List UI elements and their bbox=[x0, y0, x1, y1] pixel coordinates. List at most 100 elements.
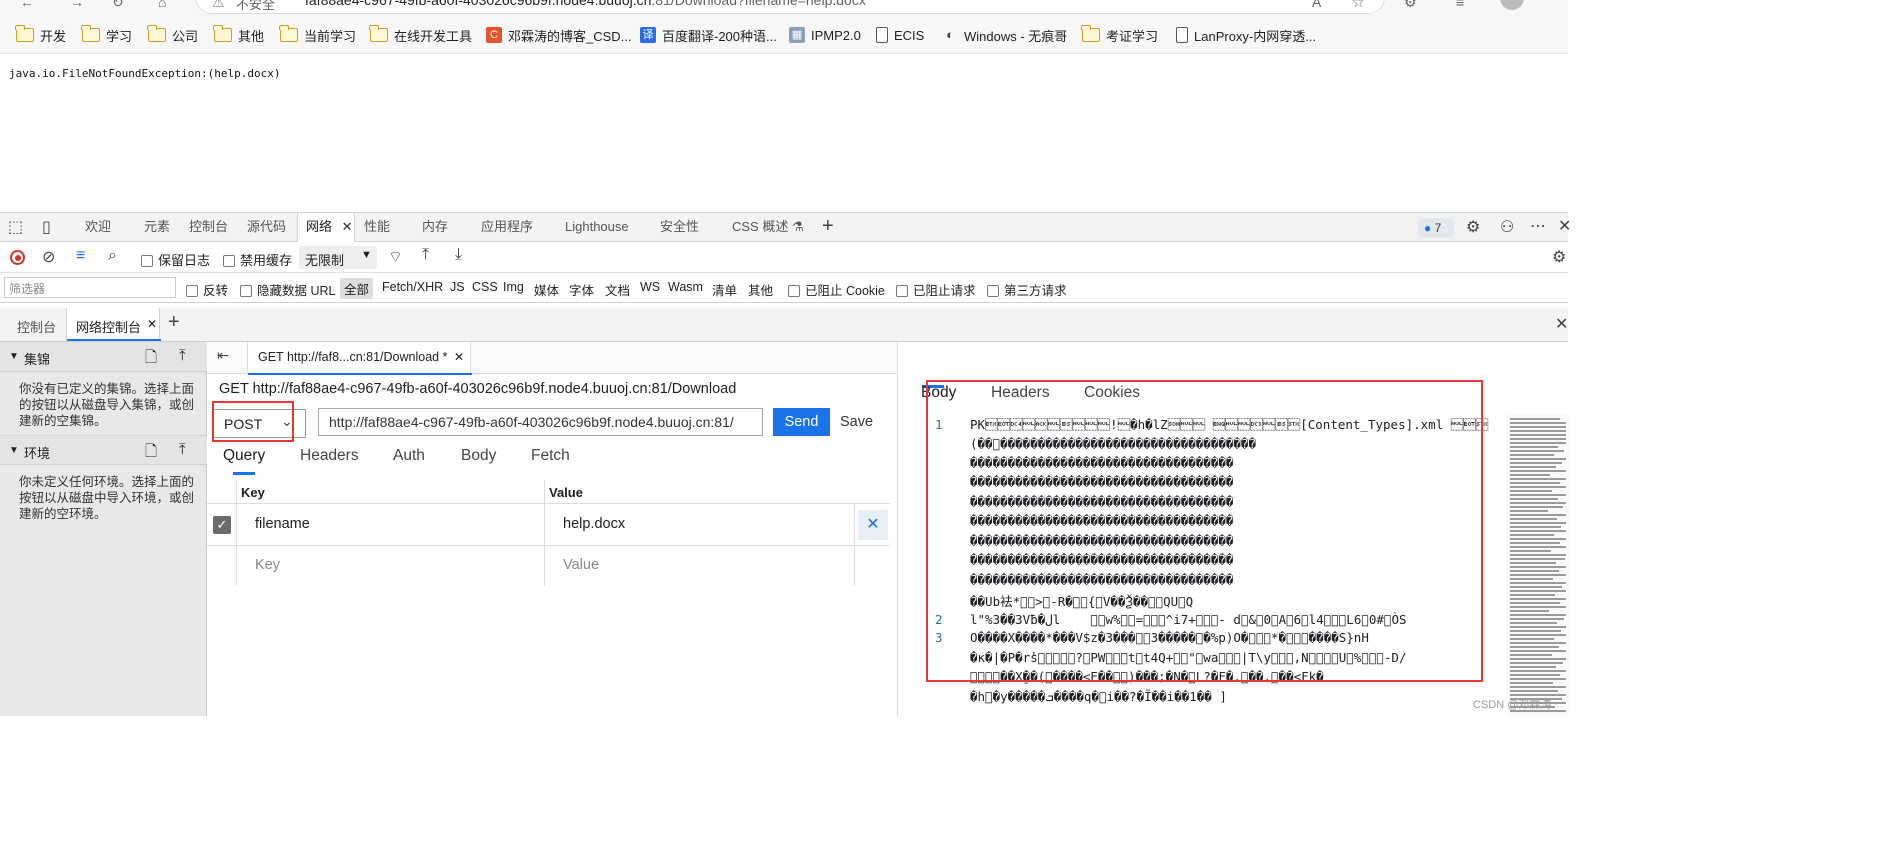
tab-sources[interactable]: 源代码 bbox=[247, 213, 286, 242]
bookmark-item[interactable]: 公司 bbox=[147, 25, 198, 45]
issues-badge[interactable]: ● 7 bbox=[1418, 218, 1454, 238]
bookmark-item[interactable]: C 邓霖涛的博客_CSD... bbox=[486, 25, 632, 45]
drawer-tab-network-console[interactable]: 网络控制台 ✕ bbox=[66, 308, 161, 341]
param-value[interactable]: help.docx bbox=[563, 516, 625, 532]
new-file-icon[interactable]: 🗋 bbox=[145, 441, 157, 466]
hide-data-url-checkbox[interactable]: 隐藏数据 URL bbox=[240, 280, 335, 299]
bookmark-item[interactable]: 学习 bbox=[81, 25, 132, 45]
clear-icon[interactable]: ⊘ bbox=[42, 247, 55, 267]
add-favorite-icon[interactable]: ☆ bbox=[1352, 0, 1365, 11]
filter-icon[interactable]: ≡ bbox=[76, 247, 85, 265]
filter-type-manifest[interactable]: 清单 bbox=[712, 280, 737, 299]
tab-security[interactable]: 安全性 bbox=[660, 213, 699, 242]
inspect-icon[interactable]: ⬚ bbox=[8, 217, 23, 237]
close-tab-icon[interactable]: ✕ bbox=[147, 317, 157, 331]
close-drawer-icon[interactable]: ✕ bbox=[1555, 314, 1568, 334]
bookmark-item[interactable]: 当前学习 bbox=[279, 25, 356, 45]
tab-headers[interactable]: Headers bbox=[300, 447, 359, 465]
blocked-requests-checkbox[interactable]: 已阻止请求 bbox=[896, 280, 976, 299]
tab-query[interactable]: Query bbox=[223, 447, 265, 465]
import-icon[interactable]: ⤒ bbox=[179, 441, 186, 458]
disable-cache-checkbox[interactable]: 禁用缓存 bbox=[223, 250, 292, 269]
blocked-cookies-checkbox[interactable]: 已阻止 Cookie bbox=[788, 280, 885, 299]
add-tab-icon[interactable]: + bbox=[168, 311, 180, 334]
import-icon[interactable]: ⤒ bbox=[179, 347, 186, 364]
tab-performance[interactable]: 性能 bbox=[364, 213, 390, 242]
param-checkbox[interactable]: ✓ bbox=[213, 516, 231, 534]
feedback-icon[interactable]: ⚇ bbox=[1500, 217, 1514, 237]
close-tab-icon[interactable]: ✕ bbox=[342, 219, 353, 234]
bookmark-item[interactable]: ◐ Windows - 无痕哥 bbox=[942, 25, 1067, 45]
network-conditions-icon[interactable]: ⌔ bbox=[388, 247, 403, 267]
new-key-input[interactable]: Key bbox=[255, 557, 280, 573]
tab-fetch[interactable]: Fetch bbox=[531, 447, 570, 465]
environments-header[interactable]: ▼ 环境 🗋 ⤒ bbox=[0, 435, 207, 465]
tab-console[interactable]: 控制台 bbox=[189, 213, 228, 242]
new-value-input[interactable]: Value bbox=[563, 557, 599, 573]
filter-type-js[interactable]: JS bbox=[450, 280, 465, 294]
param-key[interactable]: filename bbox=[255, 516, 310, 532]
bookmark-item[interactable]: ECIS bbox=[876, 25, 924, 45]
back-icon[interactable]: ← bbox=[20, 0, 34, 10]
filter-type-css[interactable]: CSS bbox=[472, 280, 498, 294]
delete-param-icon[interactable]: ✕ bbox=[858, 510, 888, 540]
drawer-tab-console[interactable]: 控制台 bbox=[17, 317, 56, 336]
warning-icon[interactable]: ⚠ bbox=[212, 0, 225, 11]
filter-type-all[interactable]: 全部 bbox=[340, 278, 374, 299]
toggle-sidebar-icon[interactable]: ⇤ bbox=[217, 347, 229, 364]
third-party-checkbox[interactable]: 第三方请求 bbox=[987, 280, 1067, 299]
tab-application[interactable]: 应用程序 bbox=[481, 213, 533, 242]
bookmark-item[interactable]: 考证学习 bbox=[1081, 25, 1158, 45]
bookmark-item[interactable]: 译百度翻译-200种语... bbox=[640, 25, 777, 45]
forward-icon[interactable]: → bbox=[70, 0, 84, 10]
filter-type-wasm[interactable]: Wasm bbox=[668, 280, 703, 294]
new-file-icon[interactable]: 🗋 bbox=[145, 347, 157, 372]
url-text[interactable]: faf88ae4-c967-49fb-a60f-403026c96b9f.nod… bbox=[305, 0, 866, 8]
more-icon[interactable]: ⋯ bbox=[1530, 216, 1546, 236]
import-har-icon[interactable]: ⤒ bbox=[422, 246, 429, 264]
filter-type-xhr[interactable]: Fetch/XHR bbox=[382, 280, 443, 294]
filter-type-img[interactable]: Img bbox=[503, 280, 524, 294]
tab-elements[interactable]: 元素 bbox=[144, 213, 170, 242]
tab-lighthouse[interactable]: Lighthouse bbox=[565, 213, 629, 242]
save-button[interactable]: Save bbox=[834, 408, 879, 436]
bookmark-item[interactable]: 其他 bbox=[213, 25, 264, 45]
filter-type-font[interactable]: 字体 bbox=[569, 280, 594, 299]
profile-avatar[interactable] bbox=[1500, 0, 1524, 10]
font-size-icon[interactable]: A bbox=[1312, 0, 1321, 10]
throttle-select[interactable]: 无限制 ▼ bbox=[299, 246, 377, 269]
refresh-icon[interactable]: ↻ bbox=[112, 0, 124, 11]
preserve-log-checkbox[interactable]: 保留日志 bbox=[141, 250, 210, 269]
close-devtools-icon[interactable]: ✕ bbox=[1558, 216, 1571, 236]
url-input[interactable]: http://faf88ae4-c967-49fb-a60f-403026c96… bbox=[318, 408, 763, 436]
invert-checkbox[interactable]: 反转 bbox=[186, 280, 228, 299]
tab-body[interactable]: Body bbox=[461, 447, 496, 465]
close-tab-icon[interactable]: ✕ bbox=[454, 350, 464, 364]
settings-icon[interactable]: ⚙ bbox=[1466, 217, 1480, 237]
bookmark-item[interactable]: ▦ IPMP2.0 bbox=[789, 25, 861, 45]
filter-type-other[interactable]: 其他 bbox=[748, 280, 773, 299]
export-har-icon[interactable]: ⤓ bbox=[455, 246, 462, 264]
record-icon[interactable] bbox=[10, 250, 25, 265]
bookmark-item[interactable]: 在线开发工具 bbox=[369, 25, 472, 45]
home-icon[interactable]: ⌂ bbox=[158, 0, 166, 10]
tab-memory[interactable]: 内存 bbox=[422, 213, 448, 242]
bookmark-item[interactable]: 开发 bbox=[15, 25, 66, 45]
code-minimap[interactable] bbox=[1506, 414, 1569, 716]
collections-header[interactable]: ▼ 集锦 🗋 ⤒ bbox=[0, 342, 207, 372]
tab-network[interactable]: 网络 ✕ bbox=[297, 213, 355, 242]
extensions-icon[interactable]: ⚙ bbox=[1404, 0, 1417, 11]
filter-type-ws[interactable]: WS bbox=[640, 280, 660, 294]
send-button[interactable]: Send bbox=[773, 408, 830, 436]
filter-input[interactable]: 筛选器 bbox=[4, 277, 176, 298]
request-tab[interactable]: GET http://faf8...cn:81/Download * ✕ bbox=[247, 342, 472, 375]
tab-css-overview[interactable]: CSS 概述 ⚗ bbox=[732, 213, 804, 242]
tab-welcome[interactable]: 欢迎 bbox=[85, 213, 111, 242]
favorites-icon[interactable]: ≡ bbox=[1456, 0, 1464, 10]
filter-type-media[interactable]: 媒体 bbox=[534, 280, 559, 299]
network-settings-icon[interactable]: ⚙ bbox=[1552, 247, 1566, 267]
device-emulation-icon[interactable]: ▯ bbox=[42, 217, 51, 237]
filter-type-doc[interactable]: 文档 bbox=[605, 280, 630, 299]
tab-auth[interactable]: Auth bbox=[393, 447, 425, 465]
search-icon[interactable]: ⌕ bbox=[108, 247, 117, 265]
